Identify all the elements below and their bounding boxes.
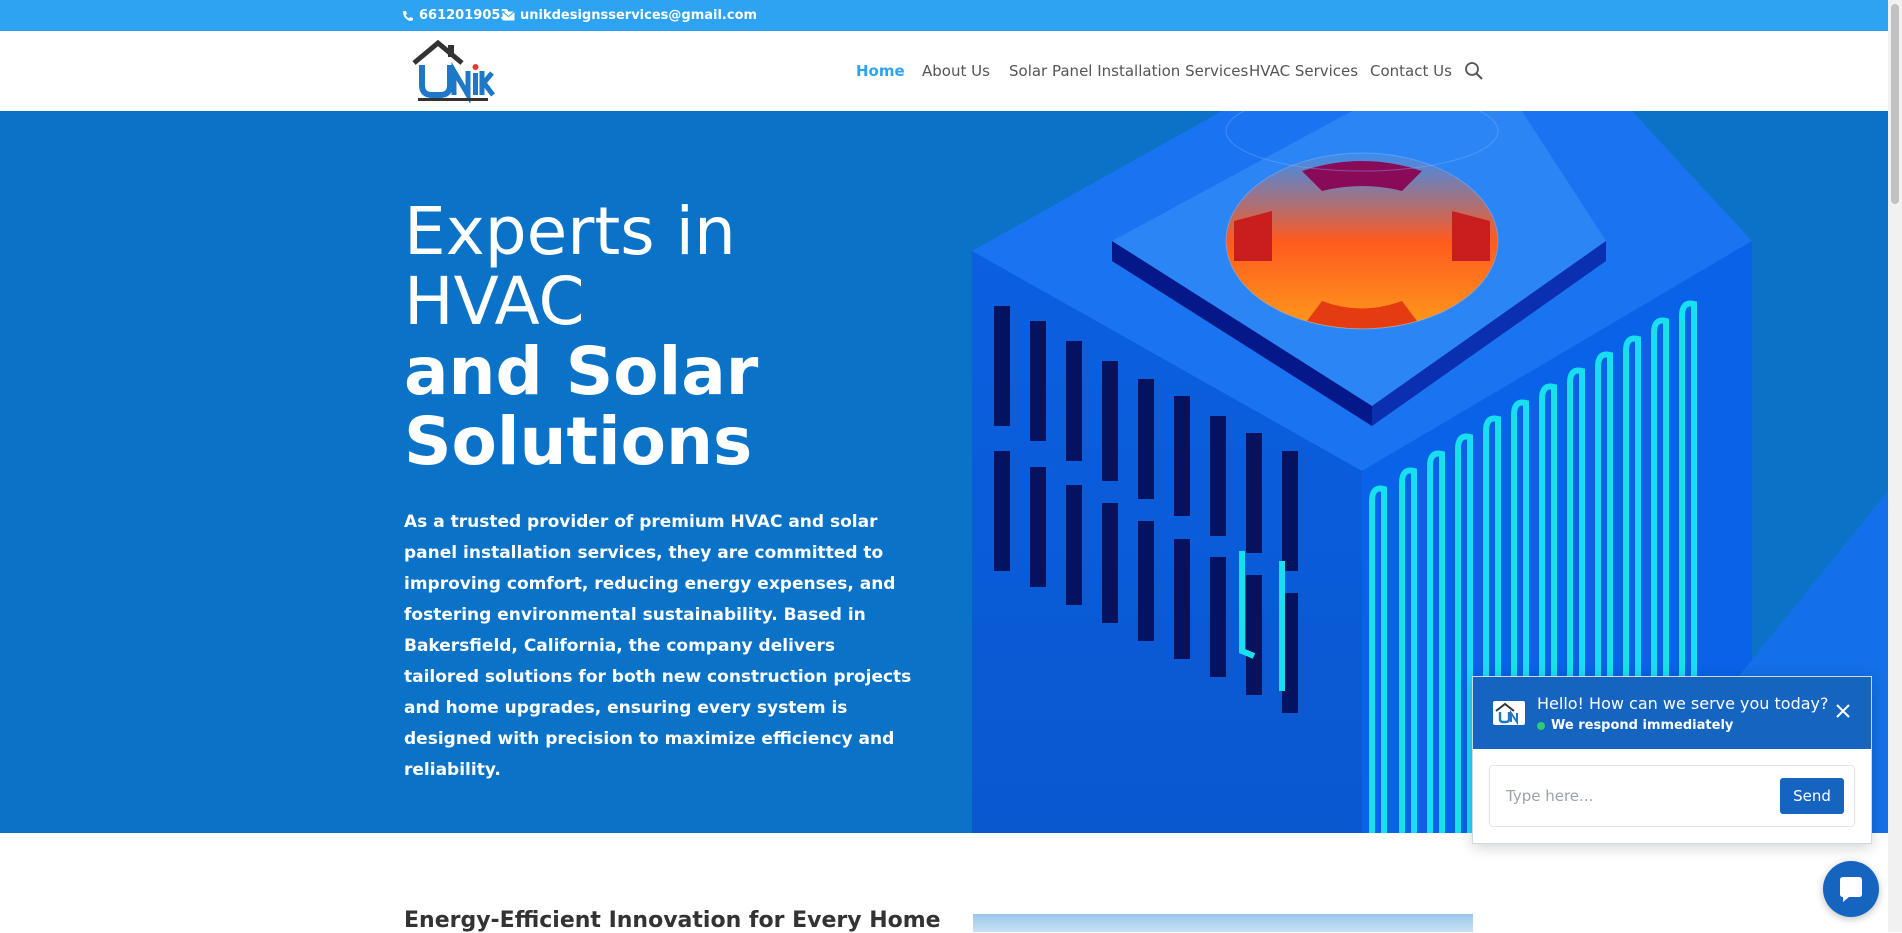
hero-title-line-3: and Solar [404,333,759,410]
section-title: Energy-Efficient Innovation for Every Ho… [404,908,941,933]
nav-solar-panel-installation[interactable]: Solar Panel Installation Services [1009,62,1248,80]
chat-widget: Hello! How can we serve you today? We re… [1472,676,1872,844]
nav-home[interactable]: Home [856,62,905,80]
hero-description: As a trusted provider of premium HVAC an… [404,512,912,780]
phone-number: 6612019053 [419,8,510,23]
chat-composer: Send [1489,765,1855,827]
chat-launcher-button[interactable] [1823,861,1879,917]
email-link[interactable]: unikdesignsservices@gmail.com [502,8,757,23]
chat-message-input[interactable] [1490,766,1760,826]
send-button[interactable]: Send [1780,778,1844,814]
email-address: unikdesignsservices@gmail.com [520,8,758,23]
chat-status: We respond immediately [1537,718,1733,733]
house-logo-icon [412,39,495,105]
hero-title-line-1: Experts in [404,193,736,270]
online-dot-icon [1537,721,1545,730]
section-image [973,914,1473,932]
hero-title: Experts in HVAC and Solar Solutions [404,197,758,477]
top-bar: 6612019053 unikdesignsservices@gmail.com [0,0,1888,31]
chat-avatar [1493,701,1525,726]
close-icon[interactable] [1833,701,1853,721]
chat-header: Hello! How can we serve you today? We re… [1473,677,1871,749]
phone-icon [403,10,413,21]
envelope-icon [502,10,515,20]
nav-contact-us[interactable]: Contact Us [1370,62,1452,80]
house-logo-icon [1495,702,1518,726]
chat-greeting: Hello! How can we serve you today? [1537,694,1829,713]
page-scrollbar[interactable] [1888,0,1902,932]
hero-title-line-4: Solutions [404,403,753,480]
site-logo[interactable] [408,39,496,105]
hero-title-line-2: HVAC [404,263,585,340]
phone-link[interactable]: 6612019053 [402,8,509,23]
search-icon[interactable] [1464,61,1484,81]
nav-about-us[interactable]: About Us [922,62,990,80]
chat-bubble-icon [1840,877,1862,902]
scrollbar-thumb[interactable] [1891,4,1899,204]
chat-status-text: We respond immediately [1551,718,1734,733]
site-header: Home About Us Solar Panel Installation S… [0,31,1888,111]
nav-hvac-services[interactable]: HVAC Services [1249,62,1358,80]
